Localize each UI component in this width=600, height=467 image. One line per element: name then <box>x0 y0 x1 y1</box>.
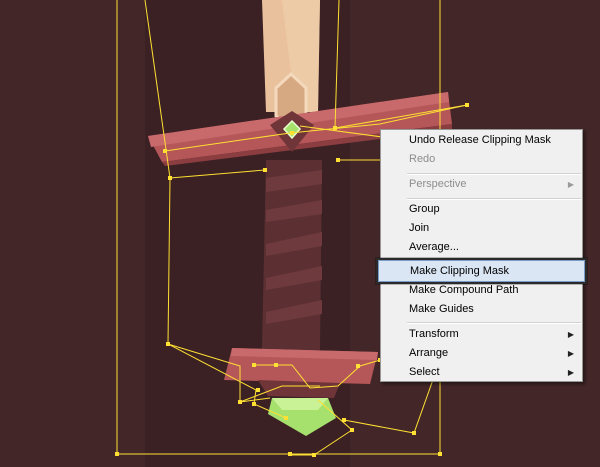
menu-item-transform[interactable]: Transform ▶ <box>381 325 582 344</box>
menu-item-label: Make Compound Path <box>409 284 519 296</box>
submenu-arrow-icon: ▶ <box>567 180 574 189</box>
menu-item-perspective[interactable]: Perspective ▶ <box>381 175 582 194</box>
context-menu: Undo Release Clipping Mask Redo Perspect… <box>376 129 587 382</box>
menu-item-label: Perspective <box>409 178 467 190</box>
menu-item-make-compound-path[interactable]: Make Compound Path <box>381 281 582 300</box>
menu-item-label: Average... <box>409 241 459 253</box>
menu-item-label: Group <box>409 203 440 215</box>
submenu-arrow-icon: ▶ <box>567 349 574 358</box>
menu-item-label: Redo <box>409 153 436 165</box>
menu-item-join[interactable]: Join <box>381 219 582 238</box>
menu-item-label: Make Clipping Mask <box>410 265 510 277</box>
menu-item-arrange[interactable]: Arrange ▶ <box>381 344 582 363</box>
menu-item-undo-release-clipping-mask[interactable]: Undo Release Clipping Mask <box>381 131 582 150</box>
menu-item-label: Make Guides <box>409 303 474 315</box>
menu-item-make-clipping-mask[interactable]: Make Clipping Mask <box>376 258 587 284</box>
menu-item-label: Undo Release Clipping Mask <box>409 134 551 146</box>
menu-item-label: Select <box>409 366 440 378</box>
submenu-arrow-icon: ▶ <box>567 368 574 377</box>
menu-item-select[interactable]: Select ▶ <box>381 363 582 382</box>
menu-item-label: Arrange <box>409 347 449 359</box>
artboard-canvas[interactable]: Undo Release Clipping Mask Redo Perspect… <box>0 0 600 467</box>
menu-item-make-guides[interactable]: Make Guides <box>381 300 582 319</box>
menu-separator <box>407 322 581 324</box>
menu-item-average[interactable]: Average... <box>381 238 582 257</box>
menu-item-label: Join <box>409 222 430 234</box>
menu-item-group[interactable]: Group <box>381 200 582 219</box>
submenu-arrow-icon: ▶ <box>567 330 574 339</box>
menu-item-redo[interactable]: Redo <box>381 150 582 169</box>
menu-item-label: Transform <box>409 328 459 340</box>
